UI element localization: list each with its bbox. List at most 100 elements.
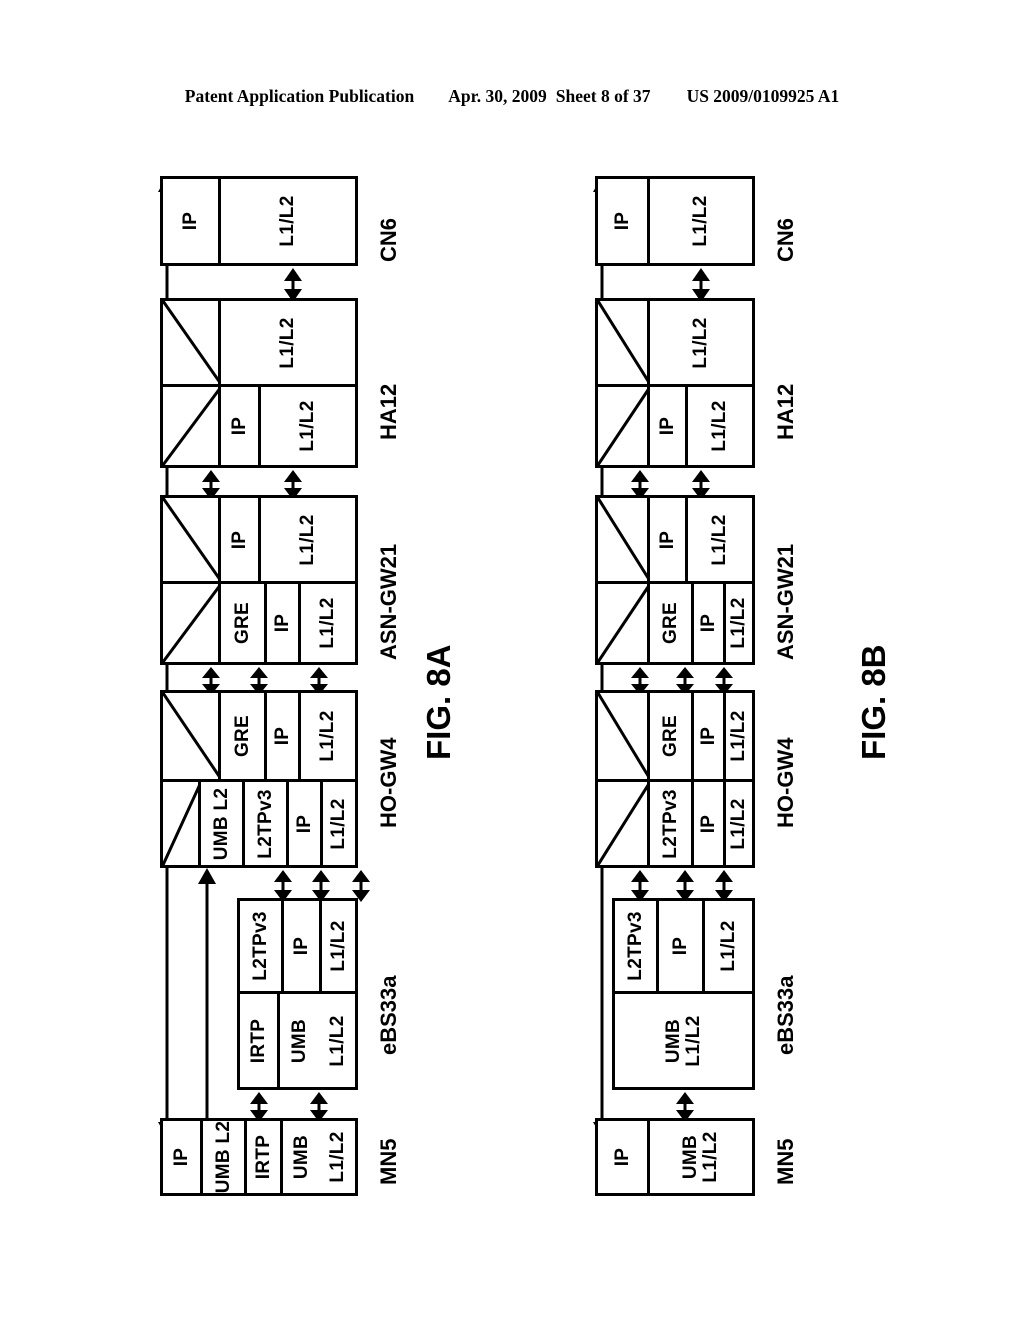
- cell-label: L2TPv3: [659, 788, 681, 859]
- cell-cn6-ip: IP: [598, 179, 650, 263]
- arrow-mn5-umbl2-to-hogw4-umbl2: [194, 868, 220, 1138]
- cell-label: UMB L1/L2: [662, 1014, 704, 1067]
- hatch-icon: [598, 693, 647, 779]
- cell-label: L1/L2: [690, 195, 712, 247]
- hatch-icon: [598, 301, 647, 384]
- stack-asn-gw21-fig8a: IP L1/L2 GRE IP L1/L2: [160, 495, 358, 665]
- cell-label: L2TPv3: [624, 911, 646, 981]
- node-label-mn5-fig8a: MN5: [376, 1138, 401, 1185]
- cell-ho-bot-umbl2: UMB L2: [201, 782, 245, 865]
- cell-asn-bot-hatch: [163, 584, 221, 662]
- cell-mn5-ip: IP: [598, 1121, 650, 1193]
- cell-asn-top-ip: IP: [221, 498, 261, 581]
- cell-label: UMB L2: [210, 787, 232, 860]
- cell-label: L1/L2: [326, 1014, 348, 1067]
- cell-cn6-l1l2: L1/L2: [650, 179, 752, 263]
- cell-asn-bot-ip: IP: [694, 584, 726, 662]
- cell-ha12-bot-hatch: [163, 387, 221, 465]
- cell-label: IP: [228, 530, 250, 549]
- cell-ha12-bot-ip: IP: [650, 387, 688, 465]
- cell-ebs-bot-umb: UMB L1/L2: [615, 994, 752, 1087]
- cell-ho-top-hatch: [598, 693, 650, 779]
- node-label-ho-gw4-fig8a: HO-GW4: [376, 737, 401, 828]
- stack-ebs33a-fig8b: L2TPv3 IP L1/L2 UMB L1/L2: [612, 898, 755, 1090]
- cell-asn-bot-l1l2: L1/L2: [301, 584, 355, 662]
- cell-mn5-l1l2: L1/L2: [321, 1121, 355, 1193]
- cell-label: L1/L2: [317, 710, 339, 762]
- cell-label: L1/L2: [690, 316, 712, 369]
- cell-ha12-top-hatch: [163, 301, 221, 384]
- hatch-icon: [598, 584, 647, 662]
- cell-label: IP: [697, 814, 719, 833]
- cell-ebs-top-l2tpv3: L2TPv3: [240, 901, 284, 991]
- node-label-cn6-fig8a: CN6: [376, 217, 401, 262]
- hatch-icon: [598, 782, 647, 865]
- cell-mn5-umb: UMB L1/L2: [650, 1121, 752, 1193]
- cell-label: IP: [656, 416, 678, 436]
- cell-label: L1/L2: [709, 400, 731, 452]
- cell-label: IP: [611, 1147, 633, 1167]
- cell-ha12-top-l1l2: L1/L2: [650, 301, 752, 384]
- cell-label: IP: [611, 211, 633, 231]
- cell-ho-bot-l1l2: L1/L2: [323, 782, 355, 865]
- cell-ho-top-l1l2: L1/L2: [301, 693, 355, 779]
- cell-asn-top-l1l2: L1/L2: [688, 498, 752, 581]
- cell-ha12-bot-hatch: [598, 387, 650, 465]
- hatch-icon: [598, 498, 647, 581]
- arrow-cn6-ha12-l1l2: [280, 268, 306, 302]
- figure-caption-8b: FIG. 8B: [855, 644, 892, 760]
- cell-mn5-irtp: IRTP: [247, 1121, 283, 1193]
- cell-asn-top-ip: IP: [650, 498, 688, 581]
- cell-mn5-umb: UMB: [283, 1121, 321, 1193]
- cell-label: L1/L2: [728, 710, 750, 762]
- cell-ho-bot-ip: IP: [694, 782, 726, 865]
- cell-label: L1/L2: [328, 797, 350, 850]
- cell-label: IP: [669, 936, 691, 956]
- cell-ebs-top-l1l2: L1/L2: [322, 901, 355, 991]
- cell-asn-bot-hatch: [598, 584, 650, 662]
- cell-label: UMB: [291, 1134, 313, 1180]
- cell-ho-top-ip: IP: [267, 693, 301, 779]
- cell-label: UMB L1/L2: [680, 1131, 721, 1183]
- stack-cn6-fig8b: IP L1/L2: [595, 176, 755, 266]
- cell-ho-bot-hatch: [598, 782, 650, 865]
- cell-ebs-top-l1l2: L1/L2: [705, 901, 752, 991]
- hatch-icon: [163, 693, 218, 779]
- node-label-mn5-fig8b: MN5: [773, 1138, 798, 1185]
- node-label-asn-gw21-fig8b: ASN-GW21: [773, 543, 798, 660]
- cell-label: IP: [656, 530, 678, 549]
- cell-ebs-bot-l1l2: L1/L2: [320, 994, 355, 1087]
- stack-ho-gw4-fig8b: GRE IP L1/L2 L2TPv3 IP L1/L2: [595, 690, 755, 868]
- cell-asn-bot-gre: GRE: [650, 584, 694, 662]
- cell-label: IP: [170, 1147, 192, 1167]
- node-label-ha12-fig8a: HA12: [376, 383, 401, 440]
- cell-ha12-bot-l1l2: L1/L2: [688, 387, 752, 465]
- cell-label: GRE: [231, 714, 253, 758]
- arrow-cn6-ha12-l1l2-8b: [688, 268, 714, 302]
- cell-ho-bot-l2tpv3: L2TPv3: [245, 782, 289, 865]
- cell-ebs-top-ip: IP: [659, 901, 705, 991]
- cell-asn-bot-ip: IP: [267, 584, 301, 662]
- cell-label: IP: [697, 726, 719, 746]
- cell-label: L1/L2: [327, 920, 349, 972]
- cell-label: GRE: [659, 601, 681, 645]
- cell-ebs-top-l2tpv3: L2TPv3: [615, 901, 659, 991]
- cell-label: IP: [293, 814, 315, 833]
- cell-ha12-bot-l1l2: L1/L2: [261, 387, 355, 465]
- figure-8a: IP L1/L2 CN6 L1/L2 IP L1/L2 HA12 IP L1/L…: [120, 0, 580, 1320]
- cell-cn6-l1l2: L1/L2: [221, 179, 355, 263]
- cell-ho-bot-hatch: [163, 782, 201, 865]
- cell-label: L1/L2: [317, 597, 339, 649]
- cell-label: L1/L2: [709, 513, 731, 566]
- cell-ho-bot-ip: IP: [289, 782, 323, 865]
- cell-label: L1/L2: [717, 920, 739, 972]
- cell-label: IP: [179, 211, 201, 231]
- hatch-icon: [163, 498, 218, 581]
- cell-label: GRE: [659, 714, 681, 758]
- stack-ho-gw4-fig8a: GRE IP L1/L2 UMB L2 L2TPv3 IP L1/L2: [160, 690, 358, 868]
- cell-ho-bot-l1l2: L1/L2: [726, 782, 752, 865]
- stack-ha12-fig8a: L1/L2 IP L1/L2: [160, 298, 358, 468]
- cell-ho-top-ip: IP: [694, 693, 726, 779]
- node-label-asn-gw21-fig8a: ASN-GW21: [376, 543, 401, 660]
- cell-label: L1/L2: [277, 316, 299, 369]
